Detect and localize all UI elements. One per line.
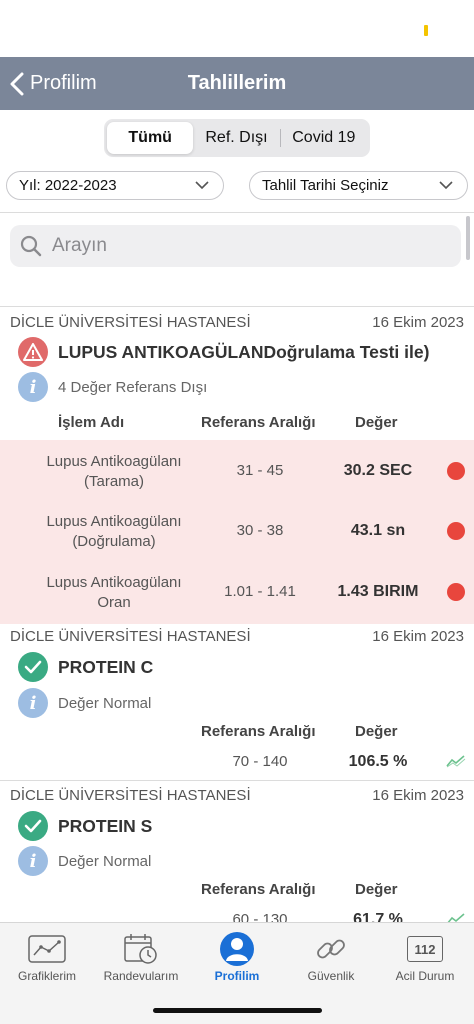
- table-row-value: 30.2 SEC: [343, 462, 413, 479]
- warning-icon: [18, 337, 48, 367]
- date-dropdown[interactable]: Tahlil Tarihi Seçiniz: [249, 171, 468, 200]
- test-info-row: i Değer Normal: [18, 688, 151, 718]
- chevron-down-icon: [439, 181, 453, 190]
- table-row-ref: 30 - 38: [236, 522, 284, 539]
- back-button[interactable]: Profilim: [10, 57, 97, 110]
- tab-emergency[interactable]: 112 Acil Durum: [378, 929, 472, 983]
- chevron-down-icon: [195, 181, 209, 190]
- hospital-name: DİCLE ÜNİVERSİTESİ HASTANESİ: [10, 787, 251, 804]
- divider: [0, 780, 474, 781]
- search-icon: [20, 235, 42, 257]
- out-of-range-dot: [447, 583, 465, 601]
- test-name: PROTEIN C: [58, 656, 154, 677]
- year-dropdown-label: Yıl: 2022-2023: [19, 177, 117, 194]
- emergency-112-icon: 112: [378, 929, 472, 969]
- result-card-header: DİCLE ÜNİVERSİTESİ HASTANESİ 16 Ekim 202…: [10, 628, 464, 645]
- out-of-range-dot: [447, 462, 465, 480]
- result-card-header: DİCLE ÜNİVERSİTESİ HASTANESİ 16 Ekim 202…: [10, 314, 464, 331]
- segment-all[interactable]: Tümü: [107, 122, 194, 154]
- divider: [0, 212, 474, 213]
- chart-icon: [0, 929, 94, 969]
- result-card-header: DİCLE ÜNİVERSİTESİ HASTANESİ 16 Ekim 202…: [10, 787, 464, 804]
- table-row-name: Lupus Antikoagülanı (Doğrulama): [46, 513, 182, 550]
- filter-segmented-control: Tümü Ref. Dışı Covid 19: [104, 119, 370, 157]
- year-dropdown[interactable]: Yıl: 2022-2023: [6, 171, 224, 200]
- calendar-clock-icon: [94, 929, 188, 969]
- back-label: Profilim: [30, 72, 97, 94]
- tab-profile[interactable]: Profilim: [190, 929, 284, 983]
- test-info-row: i Değer Normal: [18, 846, 151, 876]
- tab-label: Profilim: [214, 969, 260, 983]
- column-header-value: Değer: [355, 881, 398, 898]
- test-info-text: Değer Normal: [58, 694, 152, 712]
- test-info-text: Değer Normal: [58, 852, 152, 870]
- segment-covid[interactable]: Covid 19: [281, 122, 367, 154]
- check-icon: [18, 652, 48, 682]
- test-title-row[interactable]: LUPUS ANTIKOAGÜLANDoğrulama Testi ile): [18, 337, 429, 367]
- divider: [0, 306, 474, 307]
- segment-out-of-range[interactable]: Ref. Dışı: [193, 122, 279, 154]
- search-input[interactable]: [50, 234, 434, 258]
- table-row-ref: 1.01 - 1.41: [224, 583, 296, 600]
- test-name: PROTEIN S: [58, 815, 153, 836]
- hospital-name: DİCLE ÜNİVERSİTESİ HASTANESİ: [10, 314, 251, 331]
- column-header-name: İşlem Adı: [58, 414, 125, 431]
- search-bar[interactable]: [10, 225, 461, 267]
- test-name: LUPUS ANTIKOAGÜLANDoğrulama Testi ile): [58, 341, 430, 362]
- hospital-name: DİCLE ÜNİVERSİTESİ HASTANESİ: [10, 628, 251, 645]
- table-row-value: 43.1 sn: [350, 522, 406, 539]
- scrollbar[interactable]: [466, 216, 470, 260]
- status-indicator: [424, 25, 428, 36]
- chevron-left-icon: [10, 72, 24, 95]
- table-row-value: 106.5 %: [348, 753, 408, 770]
- result-date: 16 Ekim 2023: [372, 628, 464, 645]
- tab-label: Acil Durum: [395, 969, 455, 983]
- navigation-bar: Profilim Tahlillerim: [0, 57, 474, 110]
- status-bar: [0, 0, 474, 57]
- info-icon: i: [18, 688, 48, 718]
- emergency-badge: 112: [407, 936, 443, 962]
- tab-security[interactable]: Güvenlik: [284, 929, 378, 983]
- column-header-value: Değer: [355, 414, 398, 431]
- result-date: 16 Ekim 2023: [372, 787, 464, 804]
- column-header-ref: Referans Aralığı: [201, 723, 316, 740]
- test-info-text: 4 Değer Referans Dışı: [58, 378, 208, 396]
- table-row-value: 1.43 BIRIM: [337, 583, 419, 600]
- column-header-value: Değer: [355, 723, 398, 740]
- home-indicator: [153, 1008, 322, 1013]
- table-row-ref: 70 - 140: [232, 753, 288, 770]
- out-of-range-dot: [447, 522, 465, 540]
- test-title-row[interactable]: PROTEIN S: [18, 811, 152, 841]
- tab-appointments[interactable]: Randevularım: [94, 929, 188, 983]
- tab-label: Randevularım: [103, 969, 179, 983]
- result-date: 16 Ekim 2023: [372, 314, 464, 331]
- tab-charts[interactable]: Grafiklerim: [0, 929, 94, 983]
- out-of-range-rows: Lupus Antikoagülanı (Tarama) 31 - 45 30.…: [0, 440, 474, 624]
- tab-label: Güvenlik: [307, 969, 355, 983]
- table-row-name: Lupus Antikoagülanı (Tarama): [46, 453, 182, 490]
- table-row-name: Lupus Antikoagülanı Oran: [46, 574, 182, 611]
- info-icon: i: [18, 846, 48, 876]
- tab-label: Grafiklerim: [17, 969, 76, 983]
- column-header-ref: Referans Aralığı: [201, 881, 316, 898]
- test-title-row[interactable]: PROTEIN C: [18, 652, 153, 682]
- trend-chart-icon[interactable]: [446, 754, 466, 768]
- date-dropdown-label: Tahlil Tarihi Seçiniz: [262, 177, 389, 194]
- table-row-ref: 31 - 45: [236, 462, 284, 479]
- test-info-row: i 4 Değer Referans Dışı: [18, 372, 207, 402]
- column-header-ref: Referans Aralığı: [201, 414, 316, 431]
- person-icon: [190, 929, 284, 969]
- check-icon: [18, 811, 48, 841]
- info-icon: i: [18, 372, 48, 402]
- link-icon: [284, 929, 378, 969]
